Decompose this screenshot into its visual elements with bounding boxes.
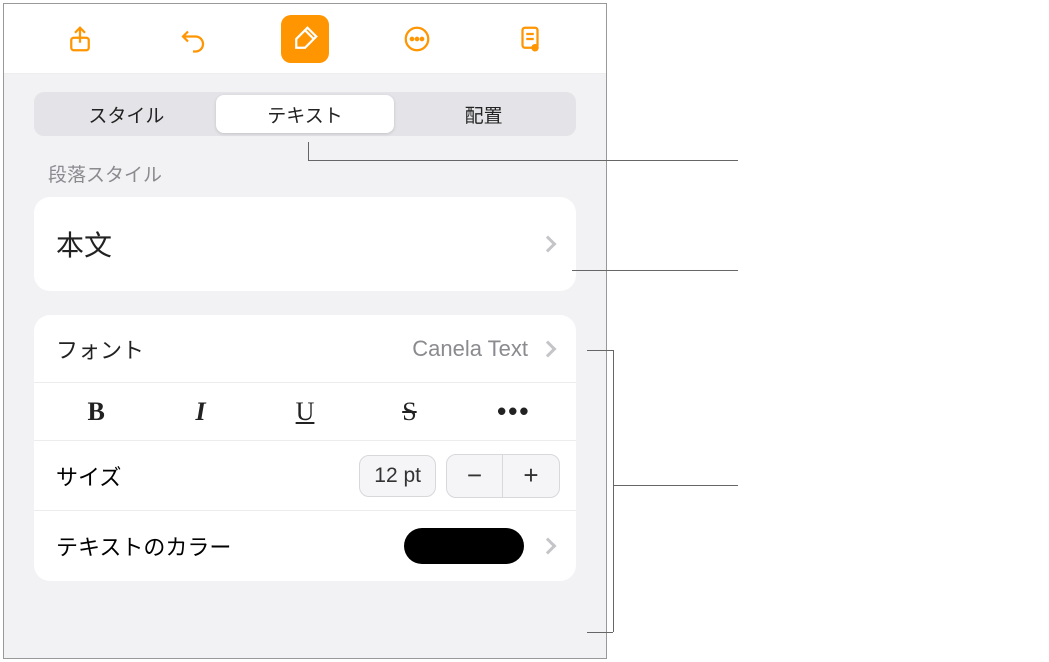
font-value: Canela Text	[412, 336, 528, 362]
chevron-right-icon	[540, 538, 557, 555]
size-decrement-button[interactable]: −	[447, 455, 503, 497]
share-icon	[65, 24, 95, 54]
format-brush-button[interactable]	[281, 15, 329, 63]
color-swatch	[404, 528, 524, 564]
brush-icon	[290, 24, 320, 54]
font-card: フォント Canela Text B I U S ••• サイズ 12 pt −…	[34, 315, 576, 581]
paragraph-style-label: 段落スタイル	[48, 160, 570, 187]
text-style-row: B I U S •••	[34, 383, 576, 441]
more-button[interactable]	[393, 15, 441, 63]
share-button[interactable]	[56, 15, 104, 63]
leader-line	[308, 142, 309, 160]
font-size-row: サイズ 12 pt − +	[34, 441, 576, 511]
format-panel: スタイル テキスト 配置 段落スタイル 本文 フォント Canela Text …	[3, 3, 607, 659]
document-settings-button[interactable]	[506, 15, 554, 63]
italic-icon: I	[196, 397, 206, 427]
more-icon	[402, 24, 432, 54]
text-color-row[interactable]: テキストのカラー	[34, 511, 576, 581]
minus-icon: −	[467, 460, 482, 491]
size-stepper: − +	[446, 454, 560, 498]
leader-line	[613, 485, 738, 486]
tab-text[interactable]: テキスト	[216, 95, 395, 133]
strikethrough-icon: S	[402, 397, 416, 427]
text-color-label: テキストのカラー	[56, 530, 404, 562]
doc-icon	[515, 24, 545, 54]
paragraph-style-selector[interactable]: 本文	[34, 197, 576, 291]
font-row[interactable]: フォント Canela Text	[34, 315, 576, 383]
chevron-right-icon	[540, 236, 557, 253]
tab-label: 配置	[465, 101, 503, 128]
leader-line	[613, 350, 614, 632]
panel-body: スタイル テキスト 配置 段落スタイル 本文 フォント Canela Text …	[4, 74, 606, 658]
tab-label: スタイル	[88, 101, 164, 128]
tab-style[interactable]: スタイル	[37, 95, 216, 133]
strikethrough-button[interactable]: S	[357, 383, 461, 440]
format-tabs: スタイル テキスト 配置	[34, 92, 576, 136]
paragraph-style-card: 本文	[34, 197, 576, 291]
chevron-right-icon	[540, 340, 557, 357]
bold-icon: B	[88, 397, 105, 427]
bold-button[interactable]: B	[44, 383, 148, 440]
leader-line	[572, 270, 738, 271]
leader-line	[587, 350, 613, 351]
undo-icon	[178, 24, 208, 54]
underline-icon: U	[296, 397, 315, 427]
undo-button[interactable]	[169, 15, 217, 63]
leader-line	[308, 160, 738, 161]
paragraph-style-value: 本文	[56, 224, 536, 264]
tab-arrange[interactable]: 配置	[394, 95, 573, 133]
size-increment-button[interactable]: +	[503, 455, 559, 497]
underline-button[interactable]: U	[253, 383, 357, 440]
plus-icon: +	[523, 460, 538, 491]
text-style-more-button[interactable]: •••	[462, 383, 566, 440]
italic-button[interactable]: I	[148, 383, 252, 440]
ellipsis-icon: •••	[497, 396, 530, 427]
size-value[interactable]: 12 pt	[359, 455, 436, 497]
leader-line	[587, 632, 613, 633]
size-label: サイズ	[56, 460, 359, 492]
font-label: フォント	[56, 333, 412, 365]
tab-label: テキスト	[267, 101, 342, 128]
top-toolbar	[4, 4, 606, 74]
